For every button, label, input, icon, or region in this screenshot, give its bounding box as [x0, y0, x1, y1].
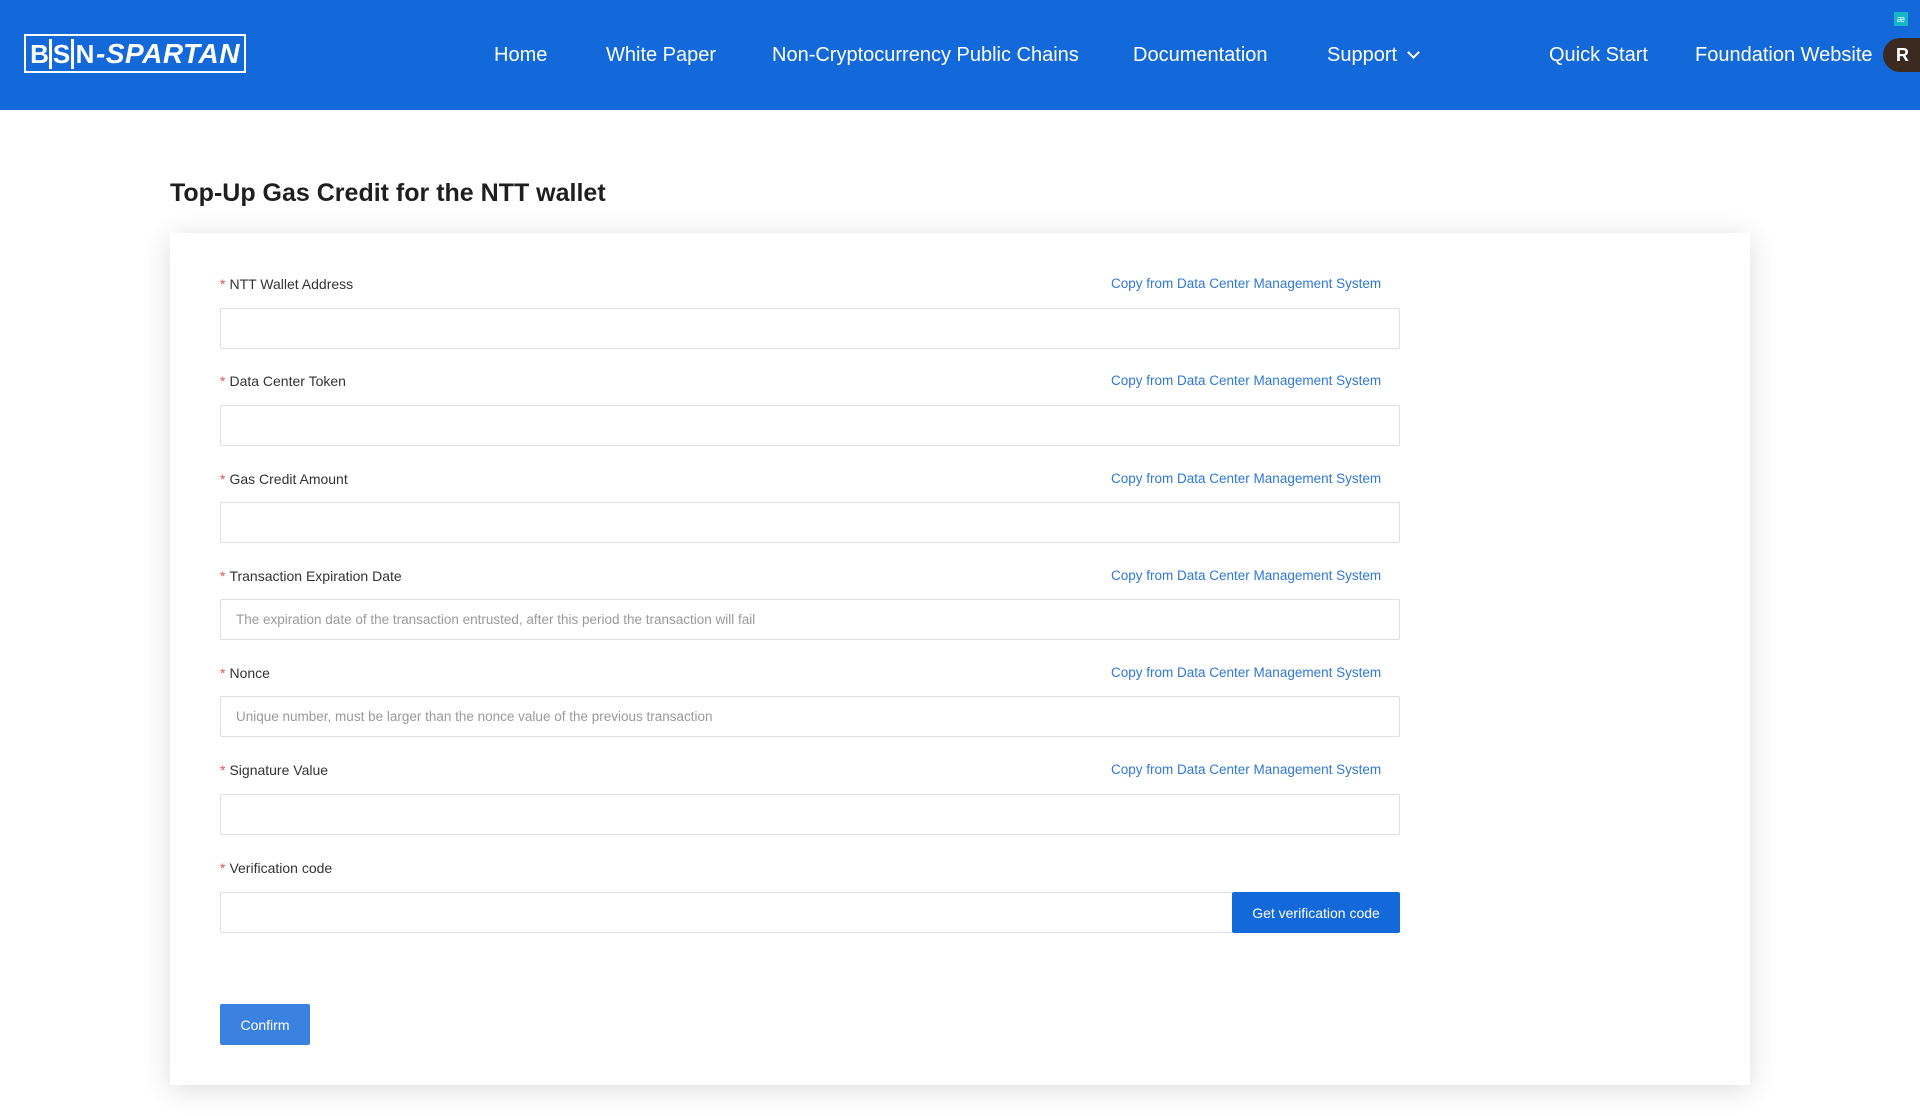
logo-letters-box: B S N -SPARTAN — [24, 34, 246, 73]
field-label-text: Transaction Expiration Date — [229, 568, 402, 584]
nav-home[interactable]: Home — [494, 43, 547, 67]
signature-value-input[interactable] — [220, 794, 1400, 835]
field-label-text: Verification code — [229, 860, 333, 876]
bsn-spartan-logo[interactable]: B S N -SPARTAN — [24, 34, 246, 73]
avatar[interactable]: R — [1883, 38, 1920, 72]
copy-link-signature-value[interactable]: Copy from Data Center Management System — [1111, 761, 1381, 779]
field-label-text: Nonce — [229, 665, 270, 681]
field-label-gas-credit-amount: * Gas Credit Amount — [220, 470, 348, 488]
copy-link-expiration-date[interactable]: Copy from Data Center Management System — [1111, 567, 1381, 585]
required-mark: * — [220, 276, 226, 292]
copy-link-gas-credit-amount[interactable]: Copy from Data Center Management System — [1111, 470, 1381, 488]
nav-documentation[interactable]: Documentation — [1133, 43, 1268, 67]
field-label-wallet-address: * NTT Wallet Address — [220, 275, 353, 293]
data-center-token-input[interactable] — [220, 405, 1400, 446]
nav-public-chains[interactable]: Non-Cryptocurrency Public Chains — [772, 43, 1079, 67]
copy-link-wallet-address[interactable]: Copy from Data Center Management System — [1111, 275, 1381, 293]
get-verification-code-button[interactable]: Get verification code — [1232, 892, 1400, 933]
nav-white-paper[interactable]: White Paper — [606, 43, 716, 67]
field-label-text: Signature Value — [229, 762, 329, 778]
field-label-verification-code: * Verification code — [220, 859, 332, 877]
logo-letter-s: S — [52, 38, 74, 69]
required-mark: * — [220, 471, 226, 487]
logo-suffix: -SPARTAN — [96, 37, 240, 69]
page-title: Top-Up Gas Credit for the NTT wallet — [170, 179, 606, 207]
confirm-button[interactable]: Confirm — [220, 1004, 310, 1045]
copy-link-data-center-token[interactable]: Copy from Data Center Management System — [1111, 372, 1381, 390]
gas-credit-amount-input[interactable] — [220, 502, 1400, 543]
field-label-text: Gas Credit Amount — [229, 471, 348, 487]
required-mark: * — [220, 860, 226, 876]
field-label-nonce: * Nonce — [220, 664, 270, 682]
required-mark: * — [220, 665, 226, 681]
extension-icon[interactable]: æ — [1894, 12, 1908, 26]
expiration-date-input[interactable] — [220, 599, 1400, 640]
form-card — [170, 233, 1750, 1085]
nav-foundation-website[interactable]: Foundation Website — [1695, 43, 1873, 67]
top-nav-bar: B S N -SPARTAN Home White Paper Non-Cryp… — [0, 0, 1920, 110]
nav-support[interactable]: Support — [1327, 43, 1397, 67]
field-label-text: NTT Wallet Address — [229, 276, 354, 292]
required-mark: * — [220, 373, 226, 389]
chevron-down-icon[interactable] — [1407, 46, 1420, 59]
nonce-input[interactable] — [220, 696, 1400, 737]
field-label-signature-value: * Signature Value — [220, 761, 328, 779]
field-label-data-center-token: * Data Center Token — [220, 372, 346, 390]
field-label-expiration-date: * Transaction Expiration Date — [220, 567, 402, 585]
copy-link-nonce[interactable]: Copy from Data Center Management System — [1111, 664, 1381, 682]
required-mark: * — [220, 568, 226, 584]
logo-letter-n: N — [75, 38, 95, 69]
required-mark: * — [220, 762, 226, 778]
logo-letter-b: B — [30, 38, 52, 69]
nav-quick-start[interactable]: Quick Start — [1549, 43, 1648, 67]
field-label-text: Data Center Token — [229, 373, 346, 389]
verification-code-input[interactable] — [220, 892, 1232, 933]
wallet-address-input[interactable] — [220, 308, 1400, 349]
